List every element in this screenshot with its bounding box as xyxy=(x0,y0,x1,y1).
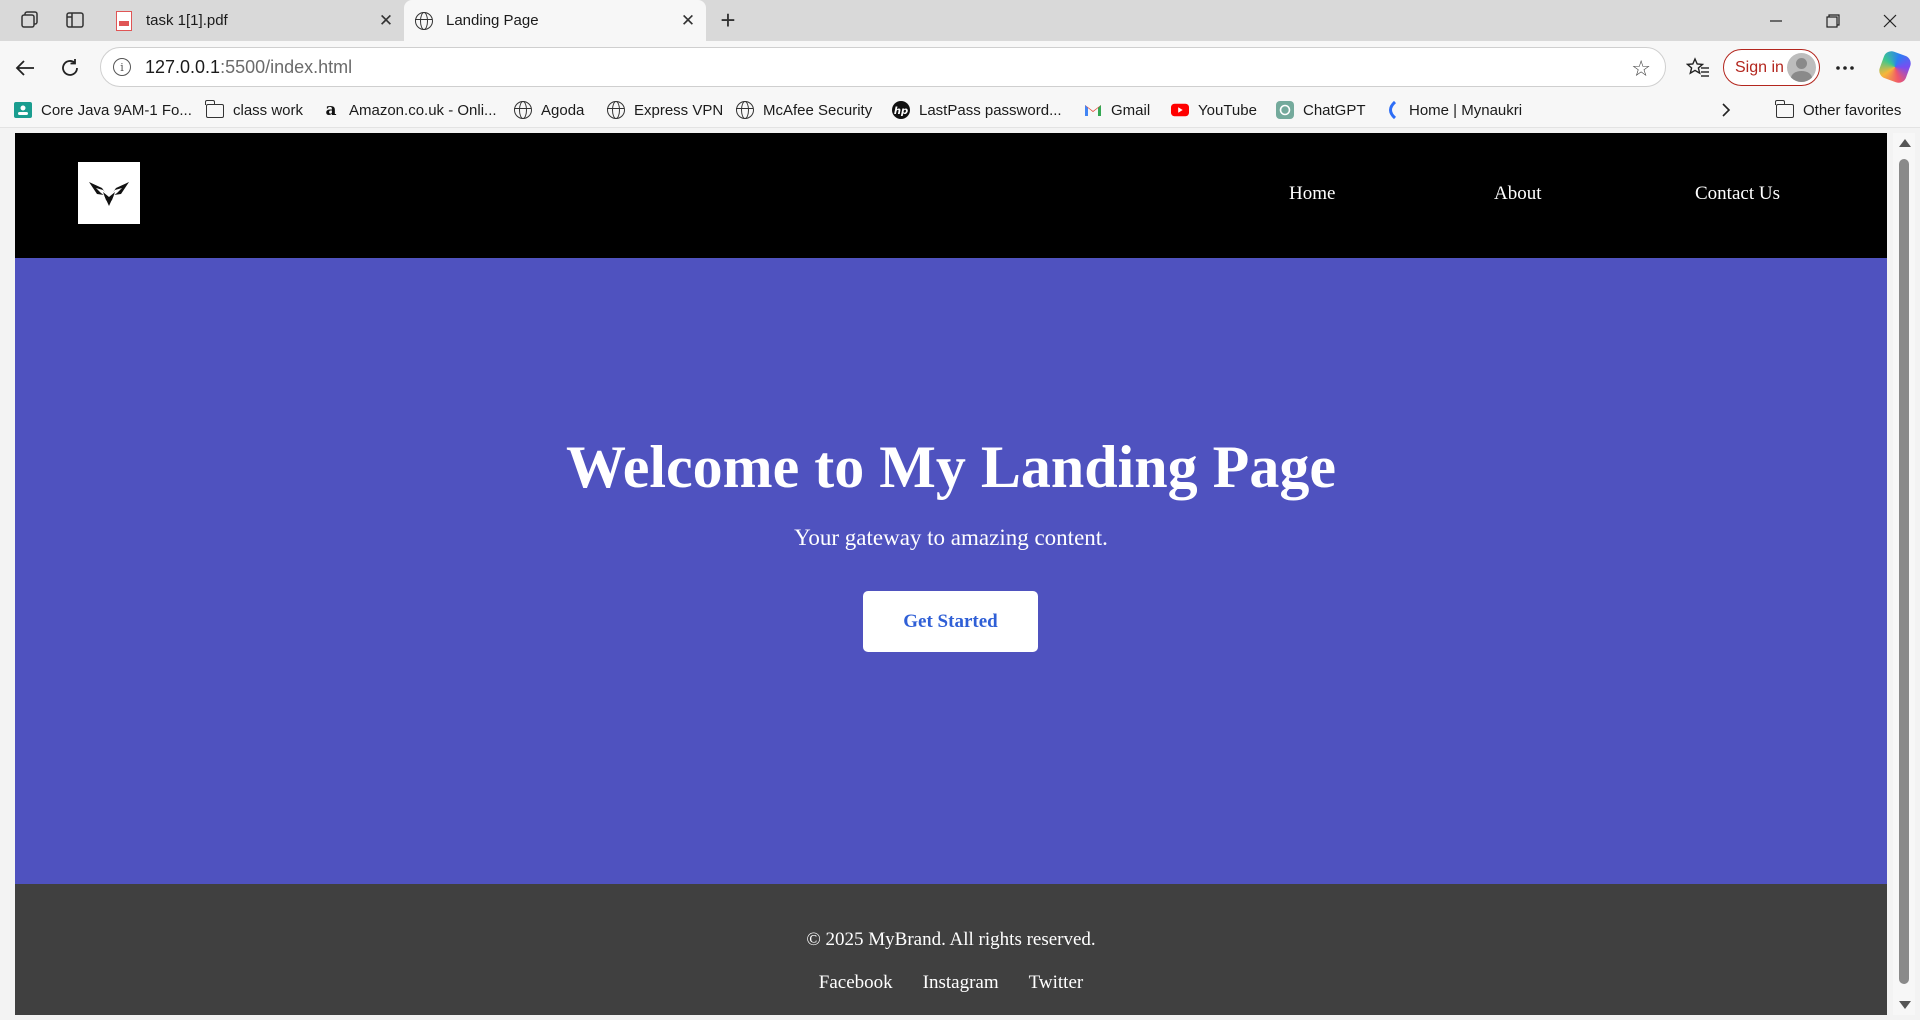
hp-icon: hp xyxy=(892,101,910,119)
bookmark-item[interactable]: Home | Mynaukri xyxy=(1382,97,1522,123)
minimize-icon[interactable] xyxy=(1748,0,1804,41)
scroll-up-arrow-icon[interactable] xyxy=(1899,139,1911,147)
wings-logo-icon xyxy=(89,182,129,206)
nav-contact-link[interactable]: Contact Us xyxy=(1695,183,1780,205)
youtube-icon xyxy=(1171,101,1189,119)
scroll-thumb[interactable] xyxy=(1899,159,1909,984)
nav-about-link[interactable]: About xyxy=(1494,183,1542,205)
twitter-link[interactable]: Twitter xyxy=(1029,972,1084,994)
bookmark-item[interactable]: YouTube xyxy=(1171,97,1257,123)
bookmark-item[interactable]: Core Java 9AM-1 Fo... xyxy=(14,97,192,123)
bookmark-item[interactable]: ChatGPT xyxy=(1276,97,1366,123)
brand-logo[interactable] xyxy=(78,162,140,224)
gmail-icon xyxy=(1084,101,1102,119)
tab-title: Landing Page xyxy=(446,12,539,29)
copyright-text: © 2025 MyBrand. All rights reserved. xyxy=(806,929,1096,950)
restore-icon[interactable] xyxy=(1805,0,1861,41)
new-tab-icon[interactable]: + xyxy=(714,6,742,34)
page-scrollbar[interactable] xyxy=(1893,133,1915,1015)
bookmark-label: Amazon.co.uk - Onli... xyxy=(349,101,497,119)
globe-icon xyxy=(736,101,754,119)
close-tab-icon[interactable]: ✕ xyxy=(372,7,400,35)
bookmark-label: YouTube xyxy=(1198,101,1257,119)
other-favorites-label: Other favorites xyxy=(1803,101,1902,119)
bookmark-item[interactable]: Gmail xyxy=(1084,97,1150,123)
close-window-icon[interactable] xyxy=(1862,0,1918,41)
tab-pdf[interactable]: task 1[1].pdf ✕ xyxy=(104,0,404,41)
other-favorites[interactable]: Other favorites xyxy=(1775,97,1902,123)
back-icon[interactable] xyxy=(10,53,40,83)
bookmark-label: Agoda xyxy=(541,101,585,119)
bookmark-label: LastPass password... xyxy=(919,101,1062,119)
favorites-icon[interactable] xyxy=(1683,53,1713,83)
bookmark-label: ChatGPT xyxy=(1303,101,1366,119)
bookmarks-overflow-chevron-icon[interactable] xyxy=(1720,97,1732,123)
bookmark-item[interactable]: Express VPN xyxy=(607,97,723,123)
site-info-icon[interactable]: i xyxy=(113,58,131,76)
svg-text:hp: hp xyxy=(894,106,908,117)
get-started-button[interactable]: Get Started xyxy=(863,591,1038,652)
hero-section: Welcome to My Landing Page Your gateway … xyxy=(15,258,1887,884)
globe-icon xyxy=(514,101,532,119)
address-bar[interactable]: i 127.0.0.1:5500/index.html ☆ xyxy=(100,47,1666,87)
refresh-icon[interactable] xyxy=(55,53,85,83)
classroom-icon xyxy=(14,101,32,119)
bookmark-item[interactable]: a Amazon.co.uk - Onli... xyxy=(322,97,497,123)
chatgpt-icon xyxy=(1276,101,1294,119)
site-header: Home About Contact Us xyxy=(15,133,1887,258)
sign-in-label: Sign in xyxy=(1735,58,1784,76)
scroll-down-arrow-icon[interactable] xyxy=(1899,1001,1911,1009)
social-links: Facebook Instagram Twitter xyxy=(15,972,1887,994)
folder-icon xyxy=(1775,100,1794,119)
amazon-icon: a xyxy=(325,100,337,120)
pdf-icon xyxy=(114,10,134,31)
copilot-icon[interactable] xyxy=(1877,49,1913,85)
instagram-link[interactable]: Instagram xyxy=(923,972,999,994)
bookmark-label: Core Java 9AM-1 Fo... xyxy=(41,101,192,119)
url-path: :5500/index.html xyxy=(220,56,353,77)
bookmark-item[interactable]: McAfee Security xyxy=(736,97,872,123)
sign-in-button[interactable]: Sign in xyxy=(1723,49,1820,86)
bookmark-item[interactable]: hp LastPass password... xyxy=(892,97,1062,123)
globe-icon xyxy=(414,11,434,31)
tab-strip: task 1[1].pdf ✕ Landing Page ✕ + xyxy=(0,0,1920,41)
url-host: 127.0.0.1 xyxy=(145,56,221,77)
favorite-star-icon[interactable]: ☆ xyxy=(1631,56,1651,82)
facebook-link[interactable]: Facebook xyxy=(819,972,893,994)
toolbar: i 127.0.0.1:5500/index.html ☆ Sign in xyxy=(0,41,1920,93)
hero-title: Welcome to My Landing Page xyxy=(566,434,1336,500)
page-viewport: Home About Contact Us Welcome to My Land… xyxy=(15,133,1887,1015)
naukri-icon xyxy=(1382,101,1400,119)
vertical-tabs-icon[interactable] xyxy=(63,8,87,32)
close-tab-icon[interactable]: ✕ xyxy=(674,7,702,35)
avatar-icon xyxy=(1787,53,1816,82)
bookmark-label: Home | Mynaukri xyxy=(1409,101,1523,119)
tab-landing-page[interactable]: Landing Page ✕ xyxy=(404,0,706,41)
nav-home-link[interactable]: Home xyxy=(1289,183,1335,205)
folder-icon xyxy=(205,100,224,119)
bookmark-label: class work xyxy=(233,101,304,119)
bookmarks-bar: Core Java 9AM-1 Fo... class work a Amazo… xyxy=(0,93,1920,128)
bookmark-item[interactable]: Agoda xyxy=(514,97,584,123)
bookmark-label: Express VPN xyxy=(634,101,724,119)
more-options-icon[interactable] xyxy=(1830,53,1860,83)
bookmark-item[interactable]: class work xyxy=(205,97,304,123)
site-footer: © 2025 MyBrand. All rights reserved. Fac… xyxy=(15,884,1887,1015)
tab-title: task 1[1].pdf xyxy=(146,12,228,29)
globe-icon xyxy=(607,101,625,119)
hero-subtitle: Your gateway to amazing content. xyxy=(794,525,1108,550)
bookmark-label: McAfee Security xyxy=(763,101,873,119)
workspaces-icon[interactable] xyxy=(18,8,42,32)
bookmark-label: Gmail xyxy=(1111,101,1151,119)
